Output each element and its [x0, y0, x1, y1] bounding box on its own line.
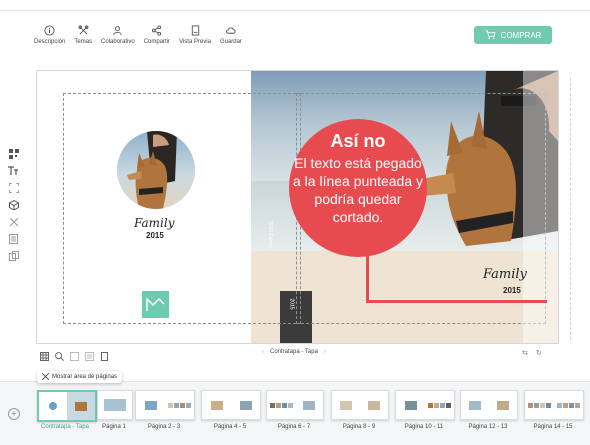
page-icon[interactable]	[8, 233, 19, 244]
grid-icon[interactable]	[40, 348, 49, 361]
thumb-page-4-5[interactable]	[201, 390, 261, 420]
toolbar-preview[interactable]: Vista Previa	[179, 24, 211, 50]
cube-icon[interactable]	[8, 199, 19, 210]
next-spread-edge	[570, 78, 590, 340]
toolbar-label: Vista Previa	[179, 39, 211, 45]
warning-title: Así no	[330, 131, 386, 151]
share-icon	[151, 24, 163, 36]
thumb-page-14-15[interactable]	[524, 390, 584, 420]
top-divider	[0, 10, 590, 11]
scissors-icon[interactable]	[8, 216, 19, 227]
info-icon	[44, 24, 56, 36]
thumb-cover[interactable]	[37, 390, 97, 422]
cart-icon	[485, 29, 496, 41]
thumb-label: Página 2 - 3	[147, 424, 181, 430]
expand-arrows-icon	[41, 372, 50, 382]
thumb-label: Página 4 - 5	[213, 424, 247, 430]
rotate-icon[interactable]: ↻	[536, 349, 542, 357]
thumb-page-1[interactable]	[97, 390, 133, 420]
toolbar-label: Compartir	[143, 39, 171, 45]
thumb-page-2-3[interactable]	[135, 390, 195, 420]
front-cover-title[interactable]: Family	[483, 267, 527, 282]
toolbar: Descripción Temas Colaborativo Compartir…	[34, 24, 251, 50]
thumb-label: Página 6 - 7	[277, 424, 311, 430]
circle-dog-photo	[127, 131, 177, 209]
copy-icon[interactable]	[8, 250, 19, 261]
toolbar-collaborate[interactable]: Colaborativo	[101, 24, 135, 50]
thumb-label: Página 1	[102, 424, 126, 430]
preview-icon	[189, 24, 201, 36]
thumb-page-8-9[interactable]	[331, 390, 389, 420]
front-cover-year[interactable]: 2015	[503, 286, 521, 295]
page-navigator: ‹ Contratapa - Tapa ›	[262, 349, 326, 355]
buy-label: COMPRAR	[500, 30, 542, 40]
toolbar-save[interactable]: Guardar	[220, 24, 242, 50]
toolbar-share[interactable]: Compartir	[144, 24, 170, 50]
warning-pointer-horizontal	[366, 300, 547, 303]
back-cover-title[interactable]: Family	[134, 216, 175, 230]
thumb-label: Página 14 - 15	[533, 424, 573, 430]
thumb-label: Contratapa - Tapa	[41, 424, 89, 430]
page-view-icon[interactable]	[100, 348, 109, 361]
cloud-save-icon	[225, 24, 237, 36]
warning-pointer-vertical	[366, 255, 369, 303]
bottom-tools	[40, 348, 109, 361]
thumb-label: Página 12 - 13	[468, 424, 508, 430]
view-tools: ⇆ ↻	[522, 349, 542, 357]
warning-bubble: Así no El texto está pegado a la línea p…	[289, 119, 427, 257]
qr-code-icon[interactable]	[8, 148, 19, 159]
layout-icon[interactable]	[70, 348, 79, 361]
thumb-page-12-13[interactable]	[460, 390, 518, 420]
thumb-label: Página 8 - 9	[342, 424, 376, 430]
toolbar-themes[interactable]: Temas	[74, 24, 92, 50]
brand-logo	[142, 291, 169, 318]
prev-page-icon[interactable]: ‹	[262, 349, 264, 355]
back-cover-year[interactable]: 2015	[146, 231, 164, 240]
zoom-icon[interactable]	[55, 348, 64, 361]
toolbar-label: Colaborativo	[101, 39, 135, 45]
safe-area-left	[63, 93, 301, 324]
next-page-icon[interactable]: ›	[324, 349, 326, 355]
left-toolbar	[8, 148, 22, 261]
warning-text: El texto está pegado a la línea punteada…	[293, 155, 423, 225]
thumb-page-10-11[interactable]	[395, 390, 455, 420]
toolbar-description[interactable]: Descripción	[34, 24, 65, 50]
circle-photo[interactable]	[117, 131, 195, 209]
buy-button[interactable]: COMPRAR	[474, 26, 552, 44]
text-size-icon[interactable]	[8, 165, 19, 176]
thumb-page-6-7[interactable]	[266, 390, 324, 420]
show-page-area-toggle[interactable]: Mostrar área de páginas	[37, 371, 123, 383]
toolbar-label: Guardar	[219, 39, 242, 45]
toolbar-label: Descripción	[34, 39, 66, 45]
flip-icon[interactable]: ⇆	[522, 349, 528, 357]
layers-icon[interactable]	[85, 348, 94, 361]
expand-icon[interactable]	[8, 182, 19, 193]
collaborate-icon	[112, 24, 124, 36]
themes-icon	[77, 24, 89, 36]
current-page-label: Contratapa - Tapa	[270, 349, 318, 355]
add-page-icon[interactable]: +	[8, 408, 20, 420]
toolbar-label: Temas	[74, 39, 93, 45]
show-area-label: Mostrar área de páginas	[52, 374, 118, 380]
thumb-label: Página 10 - 11	[404, 424, 444, 430]
